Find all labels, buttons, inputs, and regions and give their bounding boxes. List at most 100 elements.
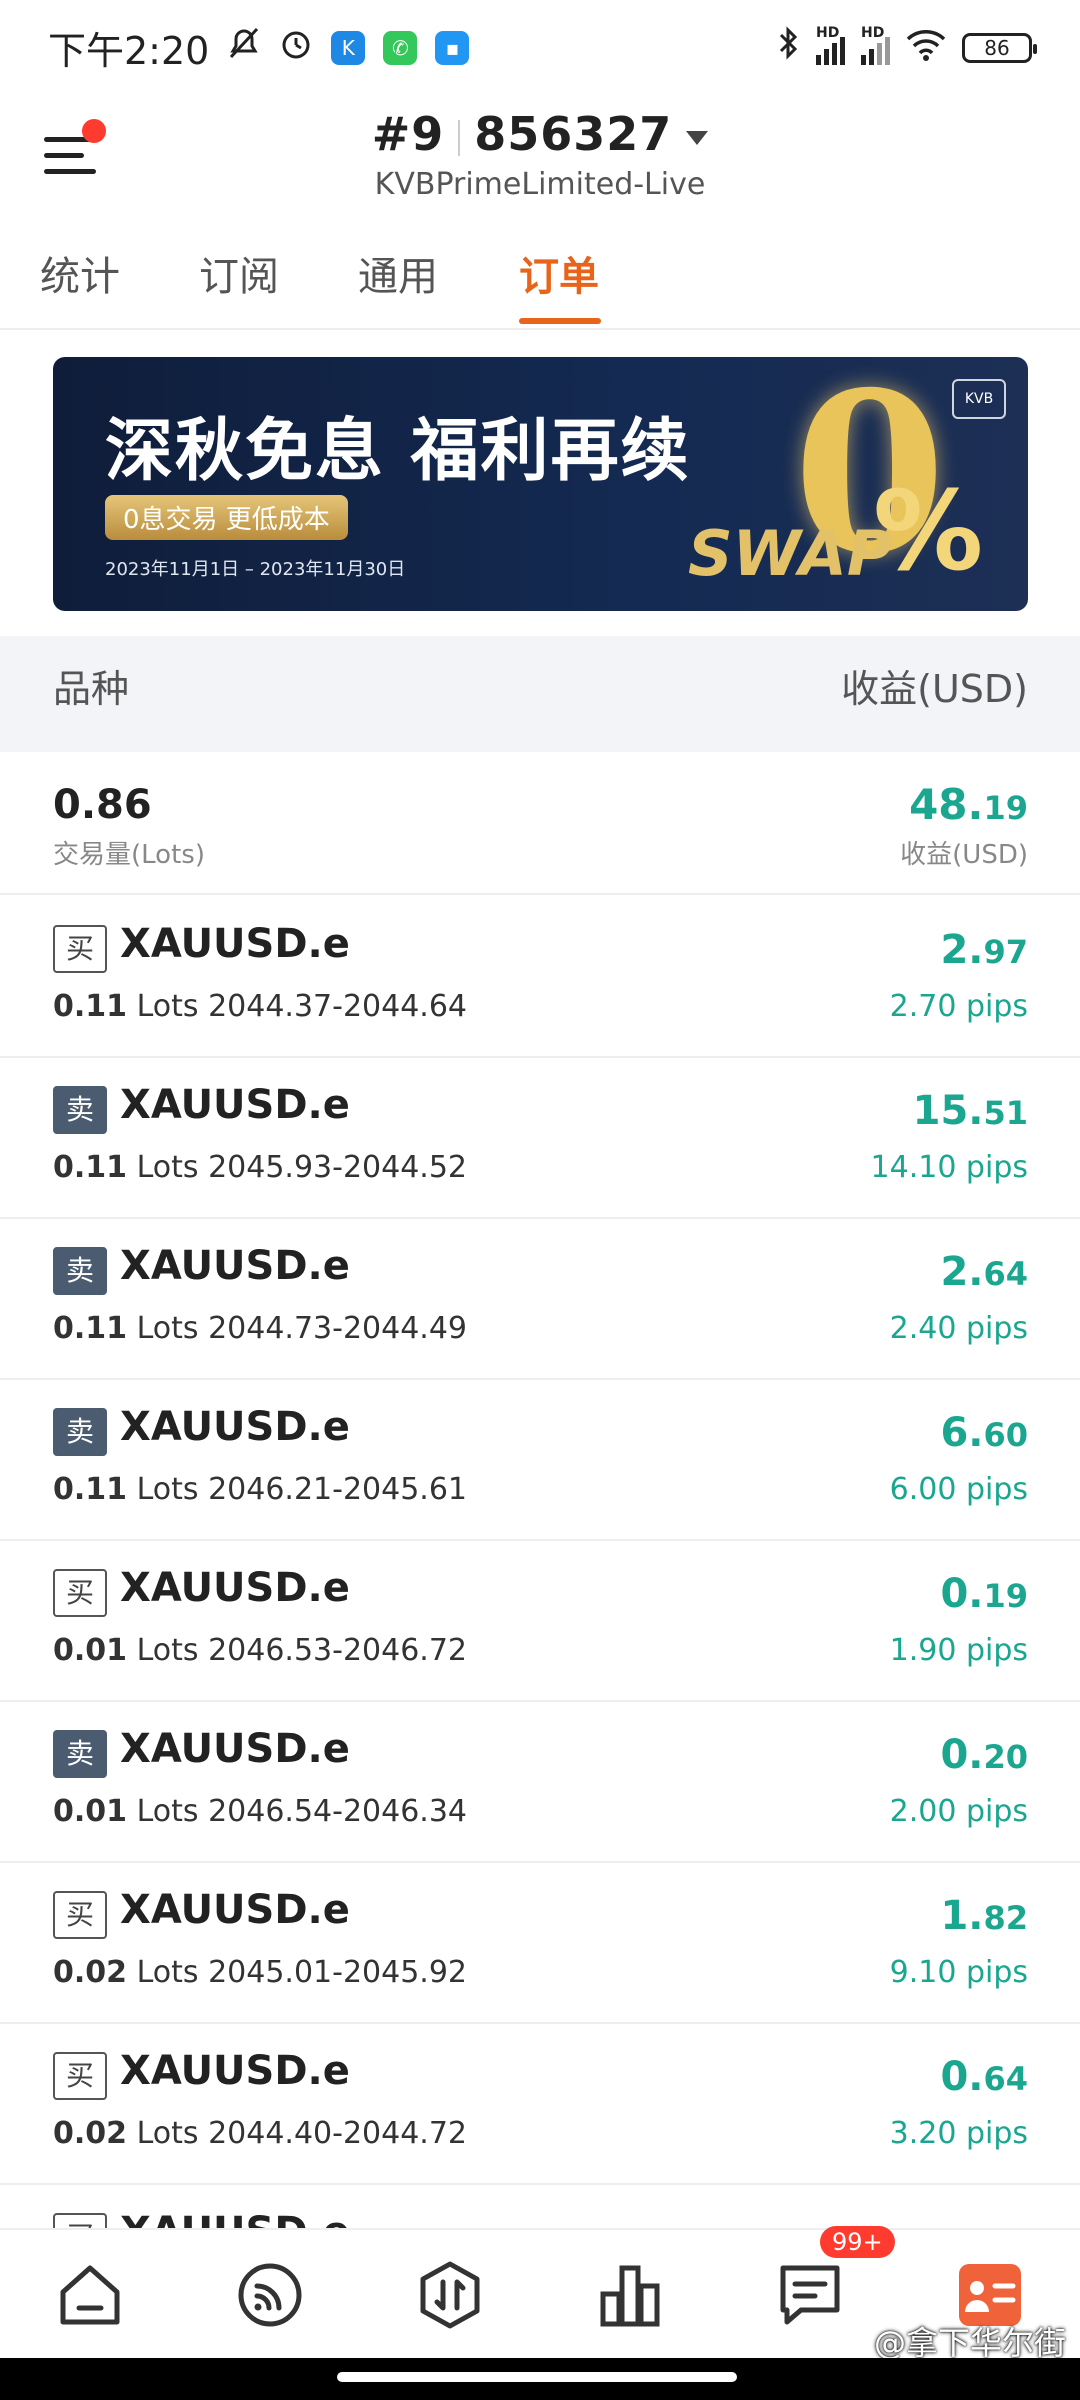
order-detail: 0.02 Lots 2044.40-2044.72: [53, 2116, 467, 2151]
total-profit-int: 48.: [909, 780, 984, 829]
order-profit-int: 15.: [912, 1088, 984, 1134]
order-detail: 0.11 Lots 2044.73-2044.49: [53, 1311, 467, 1346]
order-lots-unit: Lots: [136, 1794, 199, 1829]
sell-badge: 卖: [53, 1086, 107, 1134]
banner-pill: 0息交易 更低成本: [105, 495, 348, 540]
gesture-bar-area: [0, 2358, 1080, 2400]
order-profit-int: 0.: [940, 2054, 984, 2100]
bottom-nav: 99+ @拿下华尔街: [0, 2226, 1080, 2362]
order-lots: 0.11: [53, 989, 128, 1024]
banner-title: 深秋免息 福利再续: [105, 412, 691, 491]
order-lots-unit: Lots: [136, 1311, 199, 1346]
total-volume: 0.86: [53, 782, 152, 828]
order-profit: 2.64: [940, 1249, 1028, 1295]
order-lots: 0.01: [53, 1633, 128, 1668]
buy-badge: 买: [53, 925, 107, 973]
account-number: 856327: [474, 107, 673, 161]
order-lots-unit: Lots: [136, 989, 199, 1024]
chat-app-icon: ▪: [435, 30, 470, 65]
order-row[interactable]: 卖 XAUUSD.e 0.11 Lots 2046.21-2045.61 6.6…: [0, 1380, 1080, 1541]
chart-icon[interactable]: [595, 2260, 665, 2330]
order-profit: 6.60: [940, 1410, 1028, 1456]
order-lots: 0.02: [53, 1955, 128, 1990]
sell-badge: 卖: [53, 1247, 107, 1295]
order-detail: 0.01 Lots 2046.54-2046.34: [53, 1794, 467, 1829]
order-pips: 14.10 pips: [870, 1150, 1028, 1185]
message-icon[interactable]: [775, 2260, 845, 2330]
banner-swap-text: SWAP: [688, 517, 893, 590]
tab-statistics[interactable]: 统计: [40, 244, 120, 302]
sell-badge: 卖: [53, 1408, 107, 1456]
order-pips: 1.90 pips: [889, 1633, 1028, 1668]
order-row[interactable]: 买 XAUUSD.e 0.11 Lots 2044.37-2044.64 2.9…: [0, 897, 1080, 1058]
order-symbol: XAUUSD.e: [120, 1565, 350, 1611]
hd-label-2: HD: [861, 24, 885, 41]
order-row[interactable]: 卖 XAUUSD.e 0.11 Lots 2045.93-2044.52 15.…: [0, 1058, 1080, 1219]
tab-subscribe[interactable]: 订阅: [199, 244, 279, 302]
order-lots: 0.01: [53, 1794, 128, 1829]
caret-down-icon[interactable]: [686, 130, 709, 145]
feed-icon[interactable]: [235, 2260, 305, 2330]
server-name: KVBPrimeLimited-Live: [374, 167, 706, 202]
tab-bar: 统计 订阅 通用 订单: [0, 240, 1080, 330]
order-price-range: 2046.53-2046.72: [208, 1633, 468, 1668]
status-time: 下午2:20: [48, 29, 210, 73]
order-profit-dec: 97: [983, 933, 1028, 971]
order-lots-unit: Lots: [136, 1955, 199, 1990]
order-lots: 0.11: [53, 1150, 128, 1185]
home-icon[interactable]: [55, 2260, 125, 2330]
order-lots-unit: Lots: [136, 1472, 199, 1507]
sell-badge: 卖: [53, 1730, 107, 1778]
order-detail: 0.11 Lots 2044.37-2044.64: [53, 989, 467, 1024]
order-profit: 2.97: [940, 927, 1028, 973]
order-symbol: XAUUSD.e: [120, 1243, 350, 1289]
kvb-app-icon: K: [331, 30, 366, 65]
order-price-range: 2045.93-2044.52: [208, 1150, 468, 1185]
wifi-icon: [906, 26, 946, 70]
app-header: #9 856327 KVBPrimeLimited-Live: [0, 95, 1080, 215]
summary-row: 0.86 交易量(Lots) 48.19 收益(USD): [0, 752, 1080, 895]
account-selector[interactable]: #9 856327 KVBPrimeLimited-Live: [0, 107, 1080, 202]
tab-orders[interactable]: 订单: [519, 244, 599, 302]
order-detail: 0.02 Lots 2045.01-2045.92: [53, 1955, 467, 1990]
phone-app-icon: ✆: [383, 30, 418, 65]
order-row[interactable]: 买 XAUUSD.e 0.02 Lots 2044.40-2044.72 0.6…: [0, 2024, 1080, 2185]
order-detail: 0.11 Lots 2046.21-2045.61: [53, 1472, 467, 1507]
order-profit-int: 1.: [940, 1893, 984, 1939]
order-price-range: 2046.21-2045.61: [208, 1472, 468, 1507]
promo-banner[interactable]: 深秋免息 福利再续 0息交易 更低成本 2023年11月1日 – 2023年11…: [53, 357, 1028, 611]
order-profit-int: 0.: [940, 1732, 984, 1778]
order-price-range: 2045.01-2045.92: [208, 1955, 468, 1990]
tab-general[interactable]: 通用: [358, 244, 438, 302]
order-price-range: 2044.37-2044.64: [208, 989, 468, 1024]
home-indicator[interactable]: [337, 2372, 737, 2382]
order-lots: 0.02: [53, 2116, 128, 2151]
order-symbol: XAUUSD.e: [120, 1404, 350, 1450]
order-pips: 3.20 pips: [889, 2116, 1028, 2151]
order-profit: 1.82: [940, 1893, 1028, 1939]
order-row[interactable]: 买 XAUUSD.e 0.02 Lots 2045.01-2045.92 1.8…: [0, 1863, 1080, 2024]
order-row[interactable]: 卖 XAUUSD.e 0.11 Lots 2044.73-2044.49 2.6…: [0, 1219, 1080, 1380]
order-row[interactable]: 买 XAUUSD.e 0.01 Lots 2046.53-2046.72 0.1…: [0, 1541, 1080, 1702]
column-header: 品种 收益(USD): [0, 636, 1080, 752]
order-row[interactable]: 卖 XAUUSD.e 0.01 Lots 2046.54-2046.34 0.2…: [0, 1702, 1080, 1863]
account-prefix: #9: [371, 107, 445, 161]
order-profit-dec: 51: [983, 1094, 1028, 1132]
order-profit-dec: 20: [983, 1738, 1028, 1776]
order-profit-dec: 82: [983, 1899, 1028, 1937]
order-lots-unit: Lots: [136, 1150, 199, 1185]
banner-date: 2023年11月1日 – 2023年11月30日: [105, 559, 406, 580]
order-lots-unit: Lots: [136, 2116, 199, 2151]
column-symbol-label: 品种: [53, 667, 130, 711]
alarm-icon: [279, 25, 313, 70]
trade-icon[interactable]: [415, 2260, 485, 2330]
order-profit-dec: 64: [983, 2060, 1028, 2098]
order-pips: 6.00 pips: [889, 1472, 1028, 1507]
hd-label: HD: [816, 24, 840, 41]
order-symbol: XAUUSD.e: [120, 921, 350, 967]
signal-icon-2: HD: [861, 25, 890, 65]
status-bar: 下午2:20 K ✆ ▪ HD HD 86: [0, 0, 1080, 95]
account-number-row[interactable]: #9 856327: [0, 107, 1080, 161]
order-pips: 2.70 pips: [889, 989, 1028, 1024]
kvb-logo: KVB: [952, 379, 1006, 419]
